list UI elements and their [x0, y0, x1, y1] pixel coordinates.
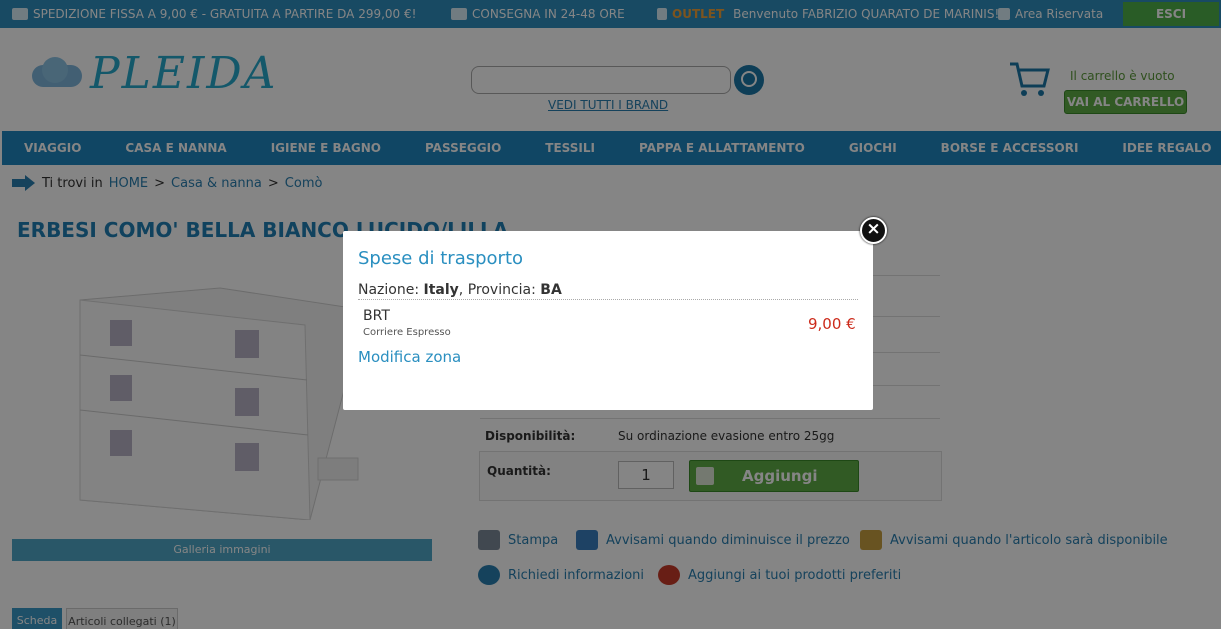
close-icon[interactable]: ×	[860, 217, 887, 244]
courier-subtitle: Corriere Espresso	[363, 327, 451, 338]
shipping-price: 9,00 €	[808, 315, 856, 333]
shipping-modal: Spese di trasporto Nazione: Italy, Provi…	[343, 231, 873, 410]
province-value: BA	[540, 282, 562, 298]
modal-title: Spese di trasporto	[358, 248, 524, 269]
divider	[358, 299, 858, 300]
courier-name: BRT	[363, 308, 390, 324]
modify-zone-link[interactable]: Modifica zona	[358, 348, 461, 366]
zone-info: Nazione: Italy, Provincia: BA	[358, 282, 562, 298]
country-value: Italy	[423, 282, 459, 298]
